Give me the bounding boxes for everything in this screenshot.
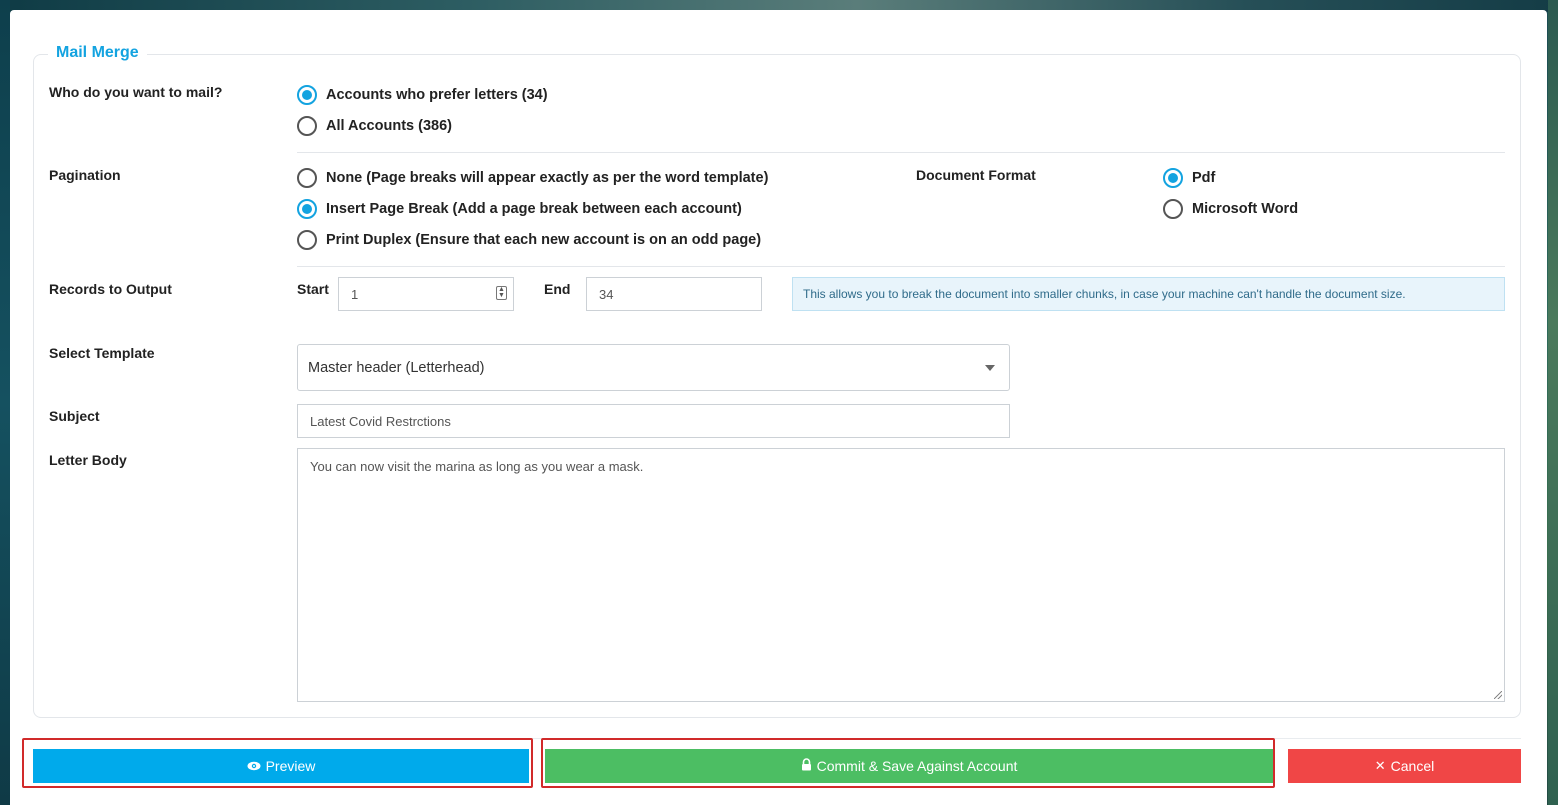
radio-label: Insert Page Break (Add a page break betw… xyxy=(326,201,742,217)
radio-label: Microsoft Word xyxy=(1192,201,1299,217)
radio-all-accounts[interactable]: All Accounts (386) xyxy=(297,115,452,137)
records-label: Records to Output xyxy=(49,281,172,297)
radio-pagination-duplex[interactable]: Print Duplex (Ensure that each new accou… xyxy=(297,229,761,251)
radio-format-pdf[interactable]: Pdf xyxy=(1163,167,1215,189)
start-input[interactable]: 1 ▲ ▼ xyxy=(338,277,514,311)
recipients-label: Who do you want to mail? xyxy=(49,84,223,100)
background-right xyxy=(1548,0,1558,805)
radio-pagination-insert-break[interactable]: Insert Page Break (Add a page break betw… xyxy=(297,198,742,220)
template-label: Select Template xyxy=(49,345,155,361)
subject-input[interactable]: Latest Covid Restrctions xyxy=(297,404,1010,438)
divider xyxy=(297,266,1505,267)
preview-highlight-box xyxy=(22,738,533,788)
cancel-button[interactable]: ✕ Cancel xyxy=(1288,749,1521,783)
pagination-label: Pagination xyxy=(49,167,121,183)
radio-indicator[interactable] xyxy=(297,116,317,136)
mail-merge-modal: Mail Merge Who do you want to mail? Acco… xyxy=(10,10,1547,805)
radio-selected-indicator[interactable] xyxy=(297,199,317,219)
radio-selected-indicator[interactable] xyxy=(297,85,317,105)
radio-pagination-none[interactable]: None (Page breaks will appear exactly as… xyxy=(297,167,768,189)
document-format-label: Document Format xyxy=(916,167,1036,183)
records-info-alert: This allows you to break the document in… xyxy=(792,277,1505,311)
radio-accounts-prefer-letters[interactable]: Accounts who prefer letters (34) xyxy=(297,84,548,106)
resize-handle-icon[interactable] xyxy=(1494,691,1502,699)
template-select[interactable]: Master header (Letterhead) xyxy=(297,344,1010,391)
radio-label: None (Page breaks will appear exactly as… xyxy=(326,170,769,186)
letter-body-textarea[interactable]: You can now visit the marina as long as … xyxy=(297,448,1505,702)
commit-highlight-box xyxy=(541,738,1275,788)
subject-value: Latest Covid Restrctions xyxy=(310,413,451,429)
radio-label: All Accounts (386) xyxy=(326,118,452,134)
end-input[interactable]: 34 xyxy=(586,277,762,311)
end-value: 34 xyxy=(599,286,614,302)
chevron-down-icon[interactable] xyxy=(985,365,995,371)
end-label: End xyxy=(544,281,571,297)
divider xyxy=(297,152,1505,153)
radio-label: Pdf xyxy=(1192,170,1216,186)
start-label: Start xyxy=(297,281,329,297)
start-value: 1 xyxy=(351,286,359,302)
mail-merge-legend: Mail Merge xyxy=(48,44,147,62)
radio-indicator[interactable] xyxy=(297,168,317,188)
letter-body-label: Letter Body xyxy=(49,452,127,468)
radio-selected-indicator[interactable] xyxy=(1163,168,1183,188)
close-icon: ✕ xyxy=(1374,758,1386,773)
cancel-button-label: Cancel xyxy=(1390,758,1435,774)
template-selected-value: Master header (Letterhead) xyxy=(308,359,485,376)
radio-format-word[interactable]: Microsoft Word xyxy=(1163,198,1298,220)
letter-body-value: You can now visit the marina as long as … xyxy=(310,459,644,474)
radio-indicator[interactable] xyxy=(297,230,317,250)
radio-label: Accounts who prefer letters (34) xyxy=(326,87,548,103)
radio-indicator[interactable] xyxy=(1163,199,1183,219)
radio-label: Print Duplex (Ensure that each new accou… xyxy=(326,232,762,248)
subject-label: Subject xyxy=(49,408,100,424)
spinner-icon[interactable]: ▲ ▼ xyxy=(496,286,507,300)
background-left xyxy=(0,0,10,805)
